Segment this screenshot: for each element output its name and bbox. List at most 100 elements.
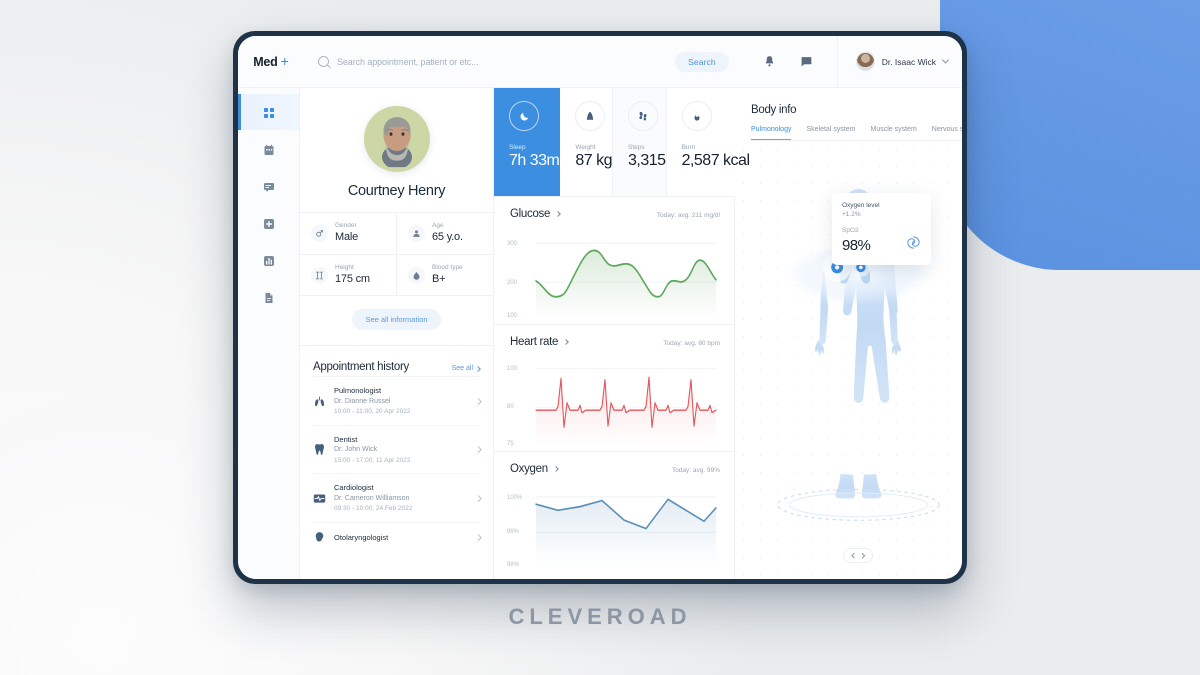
appointment-row[interactable]: Otolaryngologist <box>313 521 481 552</box>
weight-icon <box>575 101 606 131</box>
chat-icon <box>263 180 275 192</box>
appointment-row[interactable]: Pulmonologist Dr. Dianne Russel 10:00 - … <box>313 376 481 425</box>
body-visualization-stage: Oxygen level +1.2% SpO2 98% <box>735 141 962 579</box>
more-vertical-icon[interactable] <box>960 102 962 118</box>
patient-name: Courtney Henry <box>347 183 446 199</box>
search-bar[interactable]: Search <box>300 36 743 87</box>
stat-value: 87 kg <box>575 152 613 169</box>
chevron-right-icon[interactable] <box>860 553 866 558</box>
search-button[interactable]: Search <box>675 51 729 72</box>
tooltip-title: Oxygen level <box>842 202 880 209</box>
appointment-specialty: Cardiologist <box>334 483 374 493</box>
bar-chart-icon <box>263 254 275 266</box>
chart-card-heart-rate: Heart rate Today: avg. 80 bpm 100 80 75 <box>494 323 734 452</box>
patient-stat-label: Gender <box>335 222 357 229</box>
body-info-tabs: Pulmonology Skeletal system Muscle syste… <box>735 118 962 141</box>
moon-icon <box>509 101 539 131</box>
appointment-history-section: Appointment history See all Pulmonologis… <box>300 345 493 552</box>
patient-stat-blood-type: Blood type B+ <box>396 254 493 296</box>
chart-title-text: Heart rate <box>510 335 559 348</box>
stat-card-steps[interactable]: Steps 3,315 <box>613 88 667 196</box>
see-all-label: See all <box>451 365 473 373</box>
document-icon <box>263 291 275 303</box>
summary-stats-bar: Sleep 7h 33m Weight 87 kg Steps 3,315 Bu… <box>494 88 750 196</box>
chevron-right-icon <box>475 366 481 372</box>
person-icon <box>408 224 425 242</box>
chevron-down-icon <box>941 56 950 64</box>
see-all-information-button[interactable]: See all information <box>352 309 441 331</box>
stat-value: 7h 33m <box>509 152 560 169</box>
patient-stats: Gender Male Age 65 y.o. Height 175 cm Bl… <box>300 212 493 297</box>
sidebar-item-dashboard[interactable] <box>238 94 299 130</box>
cleveroad-wordmark: CLEVEROAD <box>508 604 692 629</box>
appointment-time: 10:00 - 11:00, 20 Apr 2022 <box>334 408 411 416</box>
app-body: Courtney Henry Gender Male Age 65 y.o. H… <box>238 88 962 579</box>
chart-title-glucose[interactable]: Glucose <box>510 208 561 220</box>
chevron-right-icon <box>474 398 481 405</box>
chart-meta-oxygen: Today: avg. 99% <box>671 467 720 475</box>
tab-nervous-system[interactable]: Nervous system <box>932 126 962 140</box>
tooltip-metric-label: SpO2 <box>842 227 859 234</box>
heart-monitor-icon <box>313 492 326 505</box>
sidebar-item-calendar[interactable] <box>238 131 299 167</box>
chart-title-text: Oxygen <box>510 463 548 476</box>
appointment-row[interactable]: Cardiologist Dr. Cameron Williamson 09:3… <box>313 473 481 522</box>
top-bar-actions: Dr. Isaac Wick <box>743 36 962 87</box>
patient-avatar <box>363 106 430 172</box>
plus-medical-icon <box>263 217 275 229</box>
user-profile-menu[interactable]: Dr. Isaac Wick <box>836 36 950 87</box>
chevron-left-icon[interactable] <box>851 553 857 558</box>
flame-icon <box>681 101 712 131</box>
heart-rate-ecg-svg <box>535 367 717 447</box>
steps-icon <box>628 101 659 131</box>
appointment-specialty: Otolaryngologist <box>334 532 389 542</box>
appointment-doctor: Dr. John Wick <box>334 446 378 454</box>
stat-value: 3,315 <box>628 152 666 169</box>
patient-stat-value: 175 cm <box>335 273 370 286</box>
chevron-right-icon <box>474 495 481 502</box>
sidebar-item-analytics[interactable] <box>238 242 299 278</box>
chart-title-text: Glucose <box>510 208 551 220</box>
tablet-frame: Med + Search Dr. Isaac Wick <box>233 31 967 584</box>
stat-label: Weight <box>575 144 596 151</box>
sidebar-item-add-record[interactable] <box>238 205 299 241</box>
patient-stat-gender: Gender Male <box>300 213 396 254</box>
oxygen-line-svg <box>535 496 717 567</box>
logo-text: Med <box>253 55 278 69</box>
stat-card-weight[interactable]: Weight 87 kg <box>560 88 614 196</box>
tab-pulmonology[interactable]: Pulmonology <box>751 126 792 140</box>
appointment-see-all-link[interactable]: See all <box>451 365 481 373</box>
spiral-icon <box>906 235 921 255</box>
patient-panel: Courtney Henry Gender Male Age 65 y.o. H… <box>300 88 494 579</box>
message-icon[interactable] <box>800 55 813 68</box>
dashboard-grid-icon <box>263 106 275 118</box>
tooltip-metric-value: 98% <box>842 236 871 254</box>
stat-label: Sleep <box>509 144 526 151</box>
chart-header: Heart rate Today: avg. 80 bpm <box>494 336 734 348</box>
chart-plot-heart-rate: 100 80 75 <box>494 354 734 452</box>
app-logo[interactable]: Med + <box>238 54 300 69</box>
bell-icon[interactable] <box>763 55 776 68</box>
tab-muscle-system[interactable]: Muscle system <box>871 126 917 140</box>
chart-plot-oxygen: 100% 99% 98% <box>494 481 734 579</box>
patient-stat-label: Age <box>432 222 444 229</box>
user-name: Dr. Isaac Wick <box>881 56 936 67</box>
stat-label: Steps <box>628 144 645 151</box>
appointment-history-header: Appointment history See all <box>313 350 481 376</box>
chart-title-heart-rate[interactable]: Heart rate <box>510 335 569 348</box>
body-rotate-control[interactable] <box>843 548 874 563</box>
sidebar-item-documents[interactable] <box>238 279 299 315</box>
search-input[interactable] <box>337 56 668 67</box>
sidebar-item-messages[interactable] <box>238 168 299 204</box>
stat-card-sleep[interactable]: Sleep 7h 33m <box>494 88 561 196</box>
chevron-right-icon <box>474 534 481 541</box>
chart-title-oxygen[interactable]: Oxygen <box>510 463 559 476</box>
calendar-icon <box>263 143 275 155</box>
tab-skeletal-system[interactable]: Skeletal system <box>806 126 855 140</box>
avatar <box>855 52 875 71</box>
chart-meta-glucose: Today: avg. 211 mg/dl <box>656 212 720 219</box>
tooltip-metric-row: 98% <box>842 235 921 255</box>
appointment-row[interactable]: Dentist Dr. John Wick 15:00 - 17:00, 11 … <box>313 424 481 474</box>
oxygen-tooltip: Oxygen level +1.2% SpO2 98% <box>832 193 931 265</box>
appointment-history-title: Appointment history <box>313 361 409 374</box>
